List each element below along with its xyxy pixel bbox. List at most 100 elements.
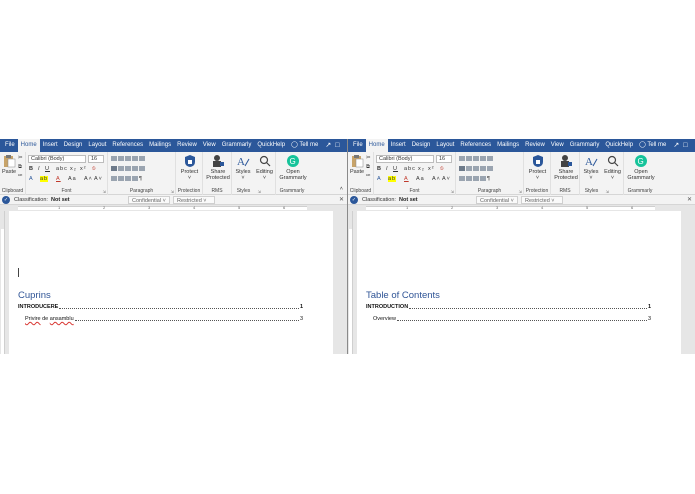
clear-format-icon[interactable]: ⦸ bbox=[440, 166, 445, 173]
collapse-ribbon-icon[interactable]: ˄ bbox=[340, 186, 344, 192]
close-icon[interactable]: ✕ bbox=[339, 195, 344, 205]
document-page[interactable]: Table of Contents INTRODUCTION 1 Overview… bbox=[357, 211, 681, 354]
toc-entry[interactable]: Privire de ansamblu 3 bbox=[25, 316, 303, 322]
menu-mailings[interactable]: Mailings bbox=[146, 139, 174, 152]
open-grammarly-button[interactable]: G Open Grammarly bbox=[626, 154, 656, 181]
subscript-button[interactable]: x₂ bbox=[418, 166, 425, 172]
copy-icon[interactable]: ⧉ bbox=[18, 164, 23, 171]
restricted-button[interactable]: Restricted ˅ bbox=[173, 196, 215, 204]
grow-font-button[interactable]: A˄ bbox=[84, 176, 93, 182]
vertical-scrollbar[interactable] bbox=[689, 211, 695, 354]
menu-mailings[interactable]: Mailings bbox=[494, 139, 522, 152]
paragraph-launcher-icon[interactable]: ⇲ bbox=[519, 189, 522, 194]
menu-view[interactable]: View bbox=[200, 139, 219, 152]
styles-launcher-icon[interactable]: ⇲ bbox=[258, 189, 261, 194]
close-icon[interactable]: ✕ bbox=[687, 195, 692, 205]
text-effects-icon[interactable]: A bbox=[377, 176, 382, 182]
toc-entry[interactable]: Overview 3 bbox=[373, 316, 651, 322]
shading-border-buttons[interactable]: ¶ bbox=[459, 176, 491, 182]
vertical-ruler[interactable] bbox=[0, 211, 5, 354]
toc-entry[interactable]: INTRODUCERE 1 bbox=[18, 304, 303, 310]
italic-button[interactable]: I bbox=[38, 166, 41, 172]
menu-review[interactable]: Review bbox=[174, 139, 200, 152]
underline-button[interactable]: U bbox=[393, 166, 398, 172]
share-icon[interactable]: ↗ bbox=[673, 139, 679, 152]
styles-launcher-icon[interactable]: ⇲ bbox=[606, 189, 609, 194]
share-protected-button[interactable]: Share Protected bbox=[552, 154, 580, 181]
text-effects-icon[interactable]: A bbox=[29, 176, 34, 182]
underline-button[interactable]: U bbox=[45, 166, 50, 172]
tell-me-search[interactable]: ◯ Tell me bbox=[636, 139, 669, 152]
paste-button[interactable]: Paste bbox=[2, 154, 16, 175]
strikethrough-button[interactable]: abc bbox=[404, 166, 416, 172]
highlight-icon[interactable]: ab bbox=[388, 176, 397, 182]
font-size-select[interactable]: 16 bbox=[88, 155, 104, 163]
pilcrow-icon[interactable]: ¶ bbox=[487, 176, 491, 182]
clear-format-icon[interactable]: ⦸ bbox=[92, 166, 97, 173]
shrink-font-button[interactable]: A˅ bbox=[442, 176, 451, 182]
font-name-select[interactable]: Calibri (Body) bbox=[28, 155, 86, 163]
highlight-icon[interactable]: ab bbox=[40, 176, 49, 182]
font-name-select[interactable]: Calibri (Body) bbox=[376, 155, 434, 163]
menu-file[interactable]: File bbox=[350, 139, 366, 152]
vertical-ruler[interactable] bbox=[348, 211, 353, 354]
cut-icon[interactable]: ✂ bbox=[18, 155, 24, 161]
document-page[interactable]: Cuprins INTRODUCERE 1 Privire de ansamblu… bbox=[9, 211, 333, 354]
bold-button[interactable]: B bbox=[377, 166, 382, 172]
toc-heading[interactable]: Table of Contents bbox=[366, 290, 440, 301]
superscript-button[interactable]: x² bbox=[80, 166, 87, 172]
protect-button[interactable]: Protect ˅ bbox=[526, 154, 549, 181]
menu-design[interactable]: Design bbox=[61, 139, 86, 152]
styles-button[interactable]: A Styles ˅ bbox=[233, 154, 253, 181]
toc-entry[interactable]: INTRODUCTION 1 bbox=[366, 304, 651, 310]
format-painter-icon[interactable]: ✑ bbox=[18, 173, 24, 179]
comment-icon[interactable]: □ bbox=[335, 139, 339, 152]
menu-layout[interactable]: Layout bbox=[85, 139, 109, 152]
confidential-button[interactable]: Confidential ˅ bbox=[128, 196, 170, 204]
list-buttons[interactable] bbox=[459, 156, 494, 162]
font-color-icon[interactable]: A bbox=[56, 176, 61, 182]
cut-icon[interactable]: ✂ bbox=[366, 155, 372, 161]
protect-button[interactable]: Protect ˅ bbox=[178, 154, 201, 181]
shrink-font-button[interactable]: A˅ bbox=[94, 176, 103, 182]
font-color-icon[interactable]: A bbox=[404, 176, 409, 182]
italic-button[interactable]: I bbox=[386, 166, 389, 172]
grow-font-button[interactable]: A˄ bbox=[432, 176, 441, 182]
share-icon[interactable]: ↗ bbox=[325, 139, 331, 152]
strikethrough-button[interactable]: abc bbox=[56, 166, 68, 172]
editing-button[interactable]: Editing ˅ bbox=[602, 154, 623, 181]
menu-references[interactable]: References bbox=[109, 139, 146, 152]
align-buttons[interactable] bbox=[111, 166, 146, 172]
editing-button[interactable]: Editing ˅ bbox=[254, 154, 275, 181]
confidential-button[interactable]: Confidential ˅ bbox=[476, 196, 518, 204]
menu-home[interactable]: Home bbox=[365, 139, 388, 152]
font-launcher-icon[interactable]: ⇲ bbox=[103, 189, 106, 194]
superscript-button[interactable]: x² bbox=[428, 166, 435, 172]
menu-layout[interactable]: Layout bbox=[433, 139, 457, 152]
change-case-button[interactable]: Aa bbox=[68, 176, 77, 182]
pilcrow-icon[interactable]: ¶ bbox=[139, 176, 143, 182]
menu-insert[interactable]: Insert bbox=[40, 139, 61, 152]
change-case-button[interactable]: Aa bbox=[416, 176, 425, 182]
menu-home[interactable]: Home bbox=[17, 139, 40, 152]
subscript-button[interactable]: x₂ bbox=[70, 166, 77, 172]
menu-file[interactable]: File bbox=[2, 139, 18, 152]
menu-grammarly[interactable]: Grammarly bbox=[219, 139, 255, 152]
menu-references[interactable]: References bbox=[457, 139, 494, 152]
open-grammarly-button[interactable]: G Open Grammarly bbox=[278, 154, 308, 181]
copy-icon[interactable]: ⧉ bbox=[366, 164, 371, 171]
menu-quickhelp[interactable]: QuickHelp bbox=[602, 139, 636, 152]
menu-grammarly[interactable]: Grammarly bbox=[567, 139, 603, 152]
menu-insert[interactable]: Insert bbox=[388, 139, 409, 152]
tell-me-search[interactable]: ◯ Tell me bbox=[288, 139, 321, 152]
shading-border-buttons[interactable]: ¶ bbox=[111, 176, 143, 182]
share-protected-button[interactable]: Share Protected bbox=[204, 154, 232, 181]
styles-button[interactable]: A Styles ˅ bbox=[581, 154, 601, 181]
paragraph-launcher-icon[interactable]: ⇲ bbox=[171, 189, 174, 194]
format-painter-icon[interactable]: ✑ bbox=[366, 173, 372, 179]
bold-button[interactable]: B bbox=[29, 166, 34, 172]
menu-design[interactable]: Design bbox=[409, 139, 434, 152]
restricted-button[interactable]: Restricted ˅ bbox=[521, 196, 563, 204]
font-size-select[interactable]: 16 bbox=[436, 155, 452, 163]
list-buttons[interactable] bbox=[111, 156, 146, 162]
